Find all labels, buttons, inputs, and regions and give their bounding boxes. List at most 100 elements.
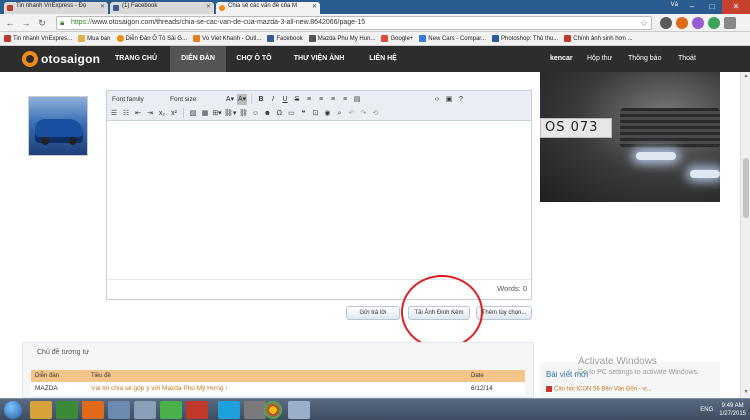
- hide-icon[interactable]: ◉: [322, 108, 332, 119]
- justify-icon[interactable]: ≡: [340, 94, 350, 105]
- align-right-icon[interactable]: ≡: [328, 94, 338, 105]
- subscript-icon[interactable]: x₂: [157, 108, 167, 119]
- bold-icon[interactable]: B: [256, 94, 266, 105]
- page-scrollbar[interactable]: ▲ ▼: [740, 72, 750, 398]
- nav-forum[interactable]: DIỄN ĐÀN: [170, 46, 226, 72]
- url-input[interactable]: 🔒︎ https://www.otosaigon.com/threads/chi…: [56, 16, 652, 30]
- close-icon[interactable]: ✕: [312, 3, 317, 10]
- bookmark-star-icon[interactable]: ☆: [640, 17, 648, 29]
- undo-icon[interactable]: ↶: [346, 108, 356, 119]
- logout-link[interactable]: Thoát: [678, 46, 696, 72]
- nav-home[interactable]: TRANG CHỦ: [106, 46, 166, 72]
- image-icon[interactable]: ▨: [188, 108, 198, 119]
- clear-format-icon[interactable]: ▤: [352, 94, 362, 105]
- italic-icon[interactable]: I: [268, 94, 278, 105]
- spoiler-icon[interactable]: ⊡: [310, 108, 320, 119]
- close-icon[interactable]: ✕: [206, 3, 211, 10]
- emoji-icon[interactable]: ☻: [262, 108, 272, 119]
- minimize-icon[interactable]: –: [682, 0, 702, 14]
- nav-car-market[interactable]: CHỢ Ô TÔ: [228, 46, 280, 72]
- help-icon[interactable]: ?: [456, 94, 466, 105]
- fullscreen-icon[interactable]: ▣: [444, 94, 454, 105]
- align-left-icon[interactable]: ≡: [304, 94, 314, 105]
- start-button-icon[interactable]: [4, 401, 22, 419]
- restore-icon[interactable]: ⟲: [370, 108, 380, 119]
- bookmark-item[interactable]: Diễn Đàn Ô Tô Sài G...: [116, 35, 187, 42]
- maximize-icon[interactable]: □: [702, 0, 722, 14]
- redo-icon[interactable]: ↷: [358, 108, 368, 119]
- text-color-icon[interactable]: A▾: [225, 94, 235, 105]
- app-icon[interactable]: [244, 401, 266, 419]
- table-icon[interactable]: ⊞▾: [212, 108, 222, 119]
- bookmark-item[interactable]: Tin nhanh VnExpres...: [4, 35, 72, 42]
- link-icon[interactable]: ⛓▾: [224, 108, 236, 119]
- source-code-icon[interactable]: ‹›: [432, 94, 442, 105]
- bookmark-item[interactable]: Facebook: [267, 35, 303, 42]
- username-link[interactable]: kencar: [550, 46, 573, 72]
- bookmark-item[interactable]: Mua ban: [78, 35, 111, 42]
- bookmark-item[interactable]: Photoshop: Thủ thu...: [491, 35, 558, 42]
- bookmark-item[interactable]: Vo Viet Khanh - Outl...: [193, 35, 261, 42]
- superscript-icon[interactable]: x²: [169, 108, 179, 119]
- alerts-link[interactable]: Thông báo: [628, 46, 661, 72]
- close-icon[interactable]: ✕: [100, 3, 105, 10]
- nav-contact[interactable]: LIÊN HỆ: [358, 46, 408, 72]
- bullet-list-icon[interactable]: ☰: [109, 108, 119, 119]
- app-icon[interactable]: [56, 401, 78, 419]
- bookmark-item[interactable]: Google+: [381, 35, 413, 42]
- reload-icon[interactable]: ↻: [36, 17, 48, 29]
- quote-icon[interactable]: ❝: [298, 108, 308, 119]
- app-icon[interactable]: [108, 401, 130, 419]
- back-icon[interactable]: ←: [4, 17, 16, 29]
- forward-icon[interactable]: →: [20, 17, 32, 29]
- font-family-select[interactable]: Font family: [109, 94, 165, 105]
- align-center-icon[interactable]: ≡: [316, 94, 326, 105]
- media-icon[interactable]: ▦: [200, 108, 210, 119]
- reply-button[interactable]: Gửi trả lời: [346, 306, 400, 320]
- bookmark-item[interactable]: Mazda Phu My Hun...: [308, 35, 375, 42]
- outdent-icon[interactable]: ⇤: [133, 108, 143, 119]
- code-icon[interactable]: ▭: [286, 108, 296, 119]
- new-post-link[interactable]: Cần hỏi ICON 56 Bến Vân Đồn - vị...: [546, 386, 652, 393]
- tab-vnexpress[interactable]: Tin nhanh VnExpress - Đọ ✕: [4, 2, 108, 14]
- extension-icon[interactable]: [692, 17, 704, 29]
- language-indicator[interactable]: ENG: [700, 407, 713, 413]
- strikethrough-icon[interactable]: S: [292, 94, 302, 105]
- row-forum[interactable]: MAZDA: [31, 382, 87, 395]
- numbered-list-icon[interactable]: ☷: [121, 108, 131, 119]
- special-char-icon[interactable]: Ω: [274, 108, 284, 119]
- extension-icon[interactable]: [660, 17, 672, 29]
- tab-otosaigon[interactable]: Chia sẻ các vấn đề của M ✕: [216, 2, 320, 14]
- scroll-up-icon[interactable]: ▲: [742, 73, 750, 81]
- extension-icon[interactable]: [676, 17, 688, 29]
- site-logo[interactable]: otosaigon: [22, 51, 100, 67]
- more-options-button[interactable]: Thêm tùy chọn...: [476, 306, 532, 320]
- background-color-icon[interactable]: A▾: [237, 93, 247, 105]
- app-icon[interactable]: [186, 401, 208, 419]
- find-replace-icon[interactable]: ⌕: [334, 108, 344, 119]
- smiley-icon[interactable]: ☺: [250, 108, 260, 119]
- skype-icon[interactable]: [218, 401, 240, 419]
- bookmark-item[interactable]: New Cars - Compar...: [419, 35, 486, 42]
- indent-icon[interactable]: ⇥: [145, 108, 155, 119]
- tab-facebook[interactable]: (1) Facebook ✕: [110, 2, 214, 14]
- font-size-select[interactable]: Font size: [167, 94, 223, 105]
- menu-icon[interactable]: [724, 17, 736, 29]
- editor-body[interactable]: [107, 121, 531, 279]
- underline-icon[interactable]: U: [280, 94, 290, 105]
- scroll-down-icon[interactable]: ▼: [742, 389, 750, 397]
- app-icon[interactable]: [160, 401, 182, 419]
- scroll-thumb[interactable]: [743, 158, 749, 218]
- explorer-icon[interactable]: [30, 401, 52, 419]
- user-avatar[interactable]: [28, 96, 88, 156]
- window-close-icon[interactable]: ✕: [722, 0, 750, 14]
- app-icon[interactable]: [288, 401, 310, 419]
- unlink-icon[interactable]: ⛓: [238, 108, 248, 119]
- bookmark-item[interactable]: Chính ảnh sinh hơn ...: [564, 35, 633, 42]
- row-title-link[interactable]: Vài lời chia sẻ góp ý với Mazda Phú Mỹ H…: [87, 382, 467, 395]
- app-icon[interactable]: [134, 401, 156, 419]
- chrome-icon[interactable]: [264, 401, 282, 419]
- browser-user-label[interactable]: Vá: [671, 2, 678, 8]
- extension-icon[interactable]: [708, 17, 720, 29]
- inbox-link[interactable]: Hộp thư: [587, 46, 612, 72]
